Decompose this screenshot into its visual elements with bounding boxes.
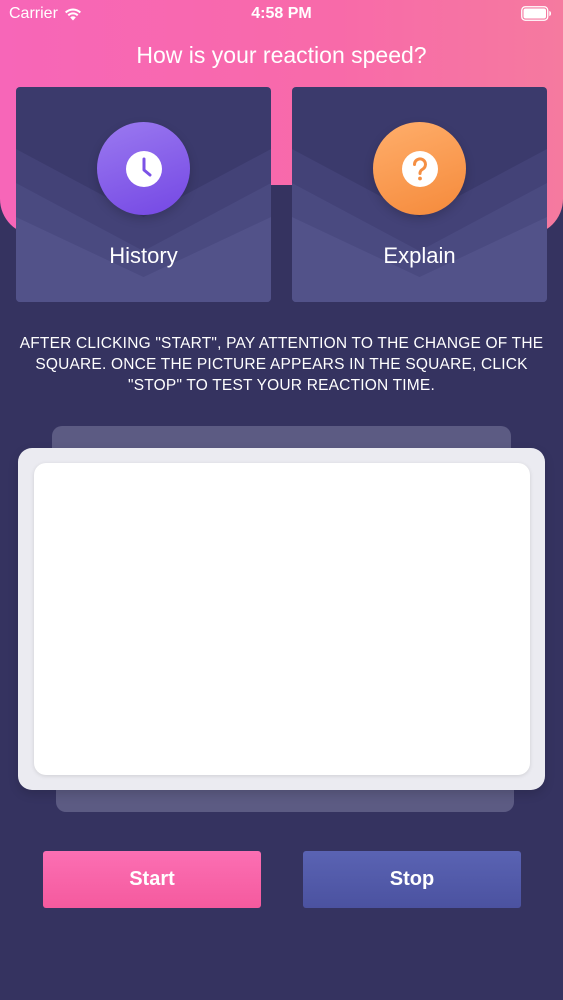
battery-icon bbox=[521, 6, 551, 21]
status-time: 4:58 PM bbox=[251, 5, 312, 22]
explain-icon-circle bbox=[373, 122, 466, 215]
status-bar: Carrier 4:58 PM bbox=[0, 0, 563, 30]
history-label: History bbox=[109, 243, 178, 268]
history-icon-circle bbox=[97, 122, 190, 215]
explain-label: Explain bbox=[383, 243, 456, 268]
test-square-frame bbox=[18, 448, 545, 790]
clock-icon bbox=[125, 150, 162, 187]
question-icon bbox=[401, 150, 438, 187]
page-title: How is your reaction speed? bbox=[136, 42, 427, 68]
stop-button[interactable]: Stop bbox=[303, 851, 521, 908]
history-card[interactable]: History bbox=[16, 87, 271, 302]
explain-card[interactable]: Explain bbox=[292, 87, 547, 302]
start-button[interactable]: Start bbox=[43, 851, 261, 908]
instructions-text: AFTER CLICKING "START", PAY ATTENTION TO… bbox=[19, 335, 544, 394]
test-square[interactable] bbox=[34, 463, 530, 775]
